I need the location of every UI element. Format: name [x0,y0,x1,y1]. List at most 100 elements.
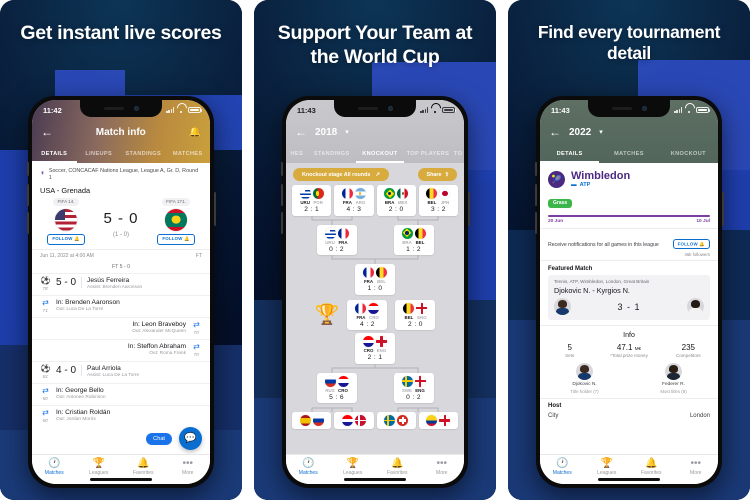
bracket-match[interactable] [418,412,458,429]
tab-lineups[interactable]: LINEUPS [77,144,122,163]
tab-top-players[interactable]: TOP PLAYERS [404,144,452,163]
match-event-row[interactable]: In: Steffon Abraham Out: Roma Frank ⇄ 70' [32,338,210,361]
fulltime-line: FT 5 - 0 [111,263,131,270]
bell-icon[interactable]: 🔔 [189,127,201,138]
chat-label[interactable]: Chat [146,433,172,445]
season-selector-label[interactable]: 2018 [315,127,337,138]
tournament-header[interactable]: 🎾 Wimbledon ▬ ATP [540,163,718,191]
match-event-row[interactable]: ⚽ 62' 4 - 0 Paul Arriola Assist: Luca De L… [32,360,210,383]
tabbar-item-favorites[interactable]: 🔔 Favorites [629,458,674,476]
match-event-row[interactable]: ⚽ 78' 5 - 0 Jesús Ferreira Assist: Brenden… [32,272,210,295]
bracket-match[interactable]: BEL JPN 3 : 2 [418,185,458,216]
bracket-match[interactable]: RUS CRO 5 : 6 [316,372,357,403]
share-button[interactable]: Share ⇧ [418,168,457,181]
arrow-left-icon[interactable]: ← [295,126,307,138]
bracket-match-third-place[interactable]: BEL ENG 2 : 0 [395,299,436,330]
tab-details[interactable]: DETAILS [540,144,599,163]
match-event-row[interactable]: In: Leon Braveboy Out: Alexander McQueen … [32,316,210,339]
team-abbr: MEX [397,200,408,205]
tab-details[interactable]: DETAILS [32,144,77,163]
arrow-left-icon[interactable]: ← [41,126,53,138]
round-selector-button[interactable]: Knockout stage All rounds ↗ [293,168,389,181]
tabbar-item-more[interactable]: ••• More [166,457,211,476]
bracket-match[interactable]: SWE ENG 0 : 2 [393,372,434,403]
follow-league-button[interactable]: FOLLOW 🔔 [672,239,710,249]
tab-standings[interactable]: STANDINGS [121,144,166,163]
bracket-score: 4 : 3 [346,206,362,213]
event-player: In: Leon Braveboy [132,321,186,329]
nav-bar: ← 2018 ▾ [286,120,464,144]
signal-icon [166,107,174,113]
fra-flag-icon [337,227,349,239]
team-abbr: BEL [404,314,414,320]
bracket-match[interactable] [334,412,374,429]
tab-matches[interactable]: MATCHES [166,144,211,163]
tour-label: ▬ ATP [571,182,591,188]
tabbar-item-more[interactable]: ••• More [420,458,465,476]
tabbar-item-more[interactable]: ••• More [674,457,719,476]
event-player: In: Brenden Aaronson [56,299,120,307]
match-info-body: ◖ Soccer, CONCACAF Nations League, Leagu… [32,163,210,454]
tab-strip: HES STANDINGS KNOCKOUT TOP PLAYERS TO [286,144,464,163]
bracket-match[interactable]: BRA MEX 2 : 0 [376,185,416,216]
season-selector-label[interactable]: 2022 [569,127,591,138]
tabbar-item-matches[interactable]: 🕐 Matches [32,458,77,476]
tab-knockout[interactable]: KNOCKOUT [659,144,718,163]
more-dots-icon: ••• [690,457,701,469]
chevron-down-icon[interactable]: ▾ [599,128,603,136]
away-team[interactable]: FIFA 171. FOLLOW 🔔 [150,197,202,245]
tabbar-item-leagues[interactable]: 🏆 Leagues [331,458,376,476]
featured-match-card[interactable]: Tennis, ATP, Wimbledon, London, Great Br… [548,275,710,320]
tabbar-item-favorites[interactable]: 🔔 Favorites [121,458,166,476]
substitution-icon: ⇄ [42,386,49,396]
tabbar-item-matches[interactable]: 🕐 Matches [286,458,331,476]
grenada-flag-icon [165,208,187,231]
bracket-match[interactable]: URU FRA 0 : 2 [316,224,357,255]
home-indicator [90,478,152,481]
bracket-match[interactable]: CRO ENG 2 : 1 [355,333,395,364]
league-breadcrumb[interactable]: ◖ Soccer, CONCACAF Nations League, Leagu… [32,163,210,186]
follow-home-button[interactable]: FOLLOW 🔔 [47,233,85,245]
player-title-holder[interactable]: Djokovic N. Title holder (7) [540,363,629,394]
match-event-row[interactable]: ⇄ 60' In: George Bello Out: Antonee Robins… [32,382,210,405]
notch [80,100,162,117]
tab-matches[interactable]: MATCHES [599,144,658,163]
surface-badge: Grass [548,198,573,208]
arrow-left-icon[interactable]: ← [549,126,561,138]
featured-match-title: Featured Match [540,260,718,275]
chevron-down-icon[interactable]: ▾ [345,128,349,136]
home-team[interactable]: FIFA 14. FOLLOW 🔔 [40,197,92,245]
match-event-row[interactable]: ⇄ 71' In: Brenden Aaronson Out: Luca De La… [32,294,210,317]
tabbar-item-matches[interactable]: 🕐 Matches [540,458,585,476]
bracket-match[interactable]: URU POR 2 : 1 [292,185,332,216]
trophy-icon: 🏆 [314,304,340,327]
wimbledon-logo-icon: 🎾 [548,170,565,188]
player-most-titles[interactable]: Federer R. Most titles (8) [629,363,718,394]
bracket-match[interactable]: FRA ARG 4 : 3 [334,185,374,216]
chat-bubble-icon[interactable]: 💬 [179,427,202,450]
bracket-match[interactable] [292,412,332,429]
final-score: 5 - 0 [103,209,139,227]
follow-away-button[interactable]: FOLLOW 🔔 [157,233,195,245]
tabbar-item-favorites[interactable]: 🔔 Favorites [375,458,420,476]
bracket-match[interactable]: BRA BEL 1 : 2 [393,224,434,255]
featured-match-score: 3 - 1 [617,301,641,312]
bracket-match[interactable]: FRA BEL 1 : 0 [355,264,395,295]
bracket-score: 5 : 6 [329,393,344,401]
tab-knockout[interactable]: KNOCKOUT [356,144,404,163]
more-dots-icon: ••• [182,457,193,469]
tab-top-partial[interactable]: TO [452,144,464,163]
tabbar-item-leagues[interactable]: 🏆 Leagues [585,458,630,476]
match-event-row[interactable]: ⇄ 60' In: Cristian Roldán Out: Jordan Morr… [32,404,210,427]
event-minute: 70' [193,352,200,358]
bracket-score: 0 : 2 [406,393,421,401]
jpn-flag-icon [439,188,451,199]
substitution-icon: ⇄ [193,320,200,330]
team-abbr: RUS [325,387,335,393]
tab-standings[interactable]: STANDINGS [308,144,356,163]
bracket-match[interactable] [376,412,416,429]
tab-matches-partial[interactable]: HES [286,144,308,163]
bracket-match-final[interactable]: FRA CRO 4 : 2 [347,299,388,330]
bracket-connector [286,403,464,412]
tabbar-item-leagues[interactable]: 🏆 Leagues [77,458,122,476]
